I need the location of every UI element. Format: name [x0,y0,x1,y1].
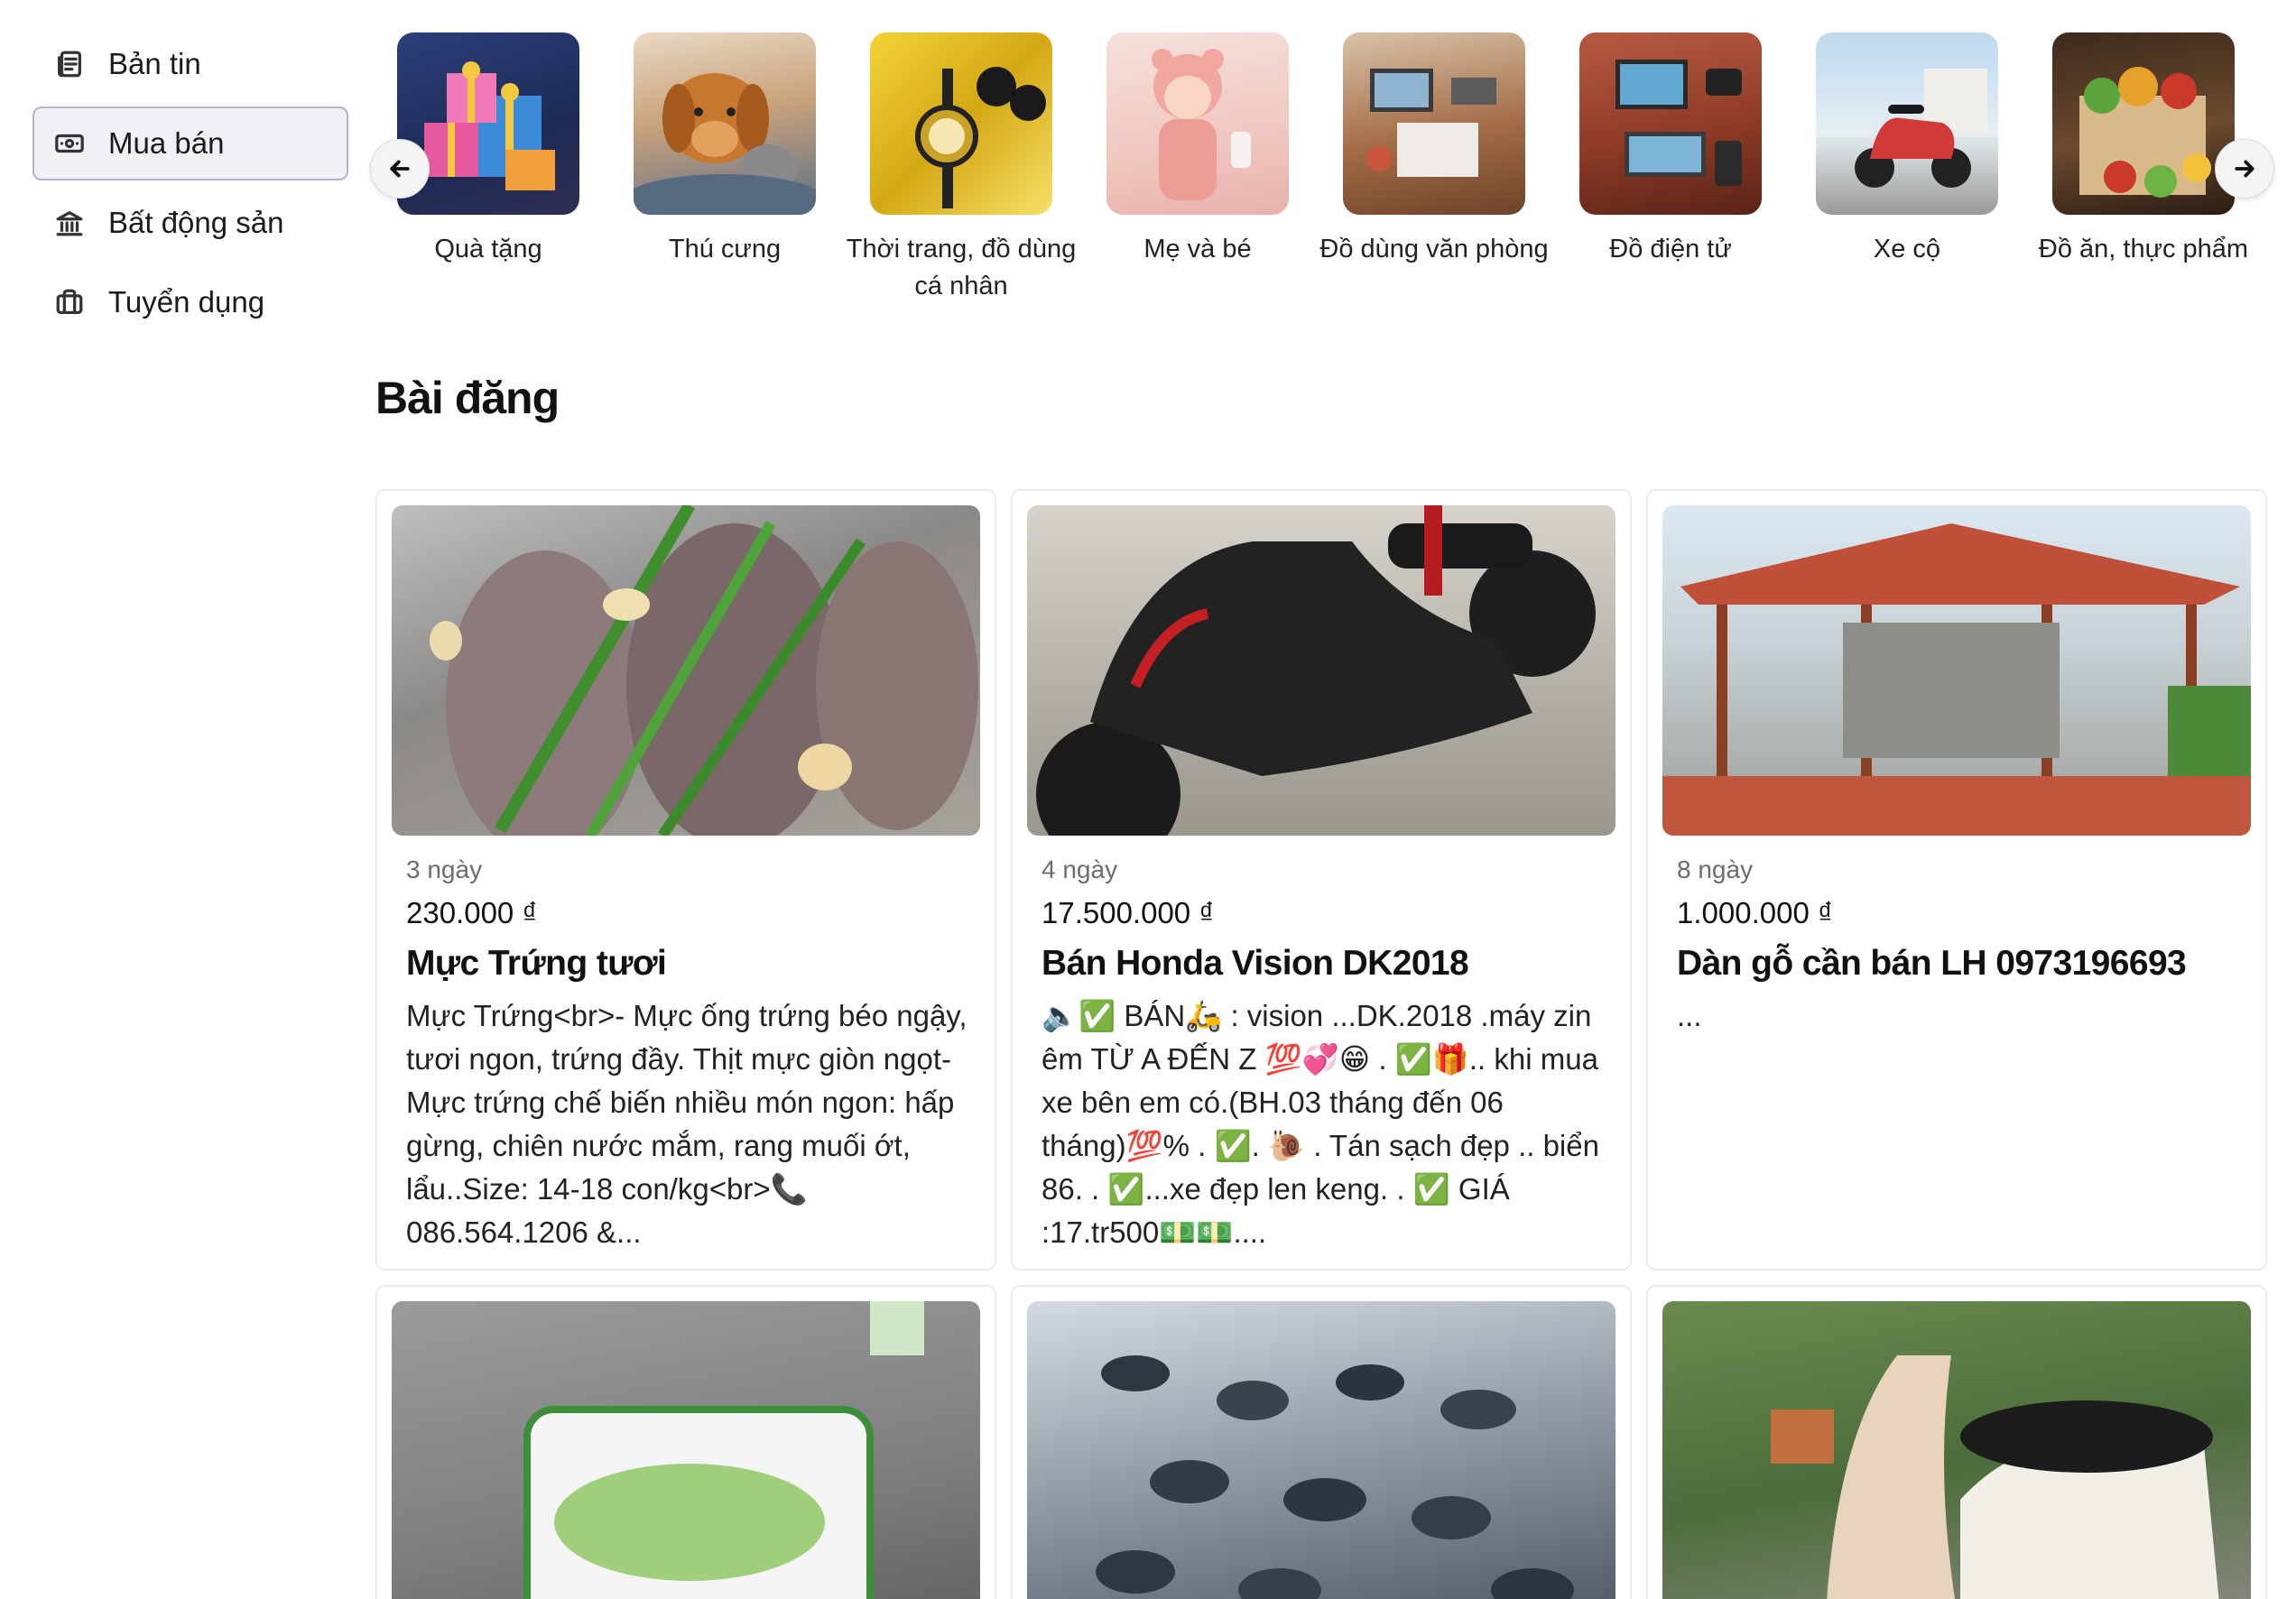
post-image [1027,1301,1616,1599]
category-do-dung-van-phong[interactable]: Đồ dùng văn phòng [1316,32,1552,268]
post-description: Mực Trứng<br>- Mực ống trứng béo ngậy, t… [406,999,967,1249]
post-card[interactable] [1646,1285,2267,1599]
post-title[interactable]: Dàn gỗ cần bán LH 0973196693 [1677,938,2244,989]
post-image [1662,1301,2251,1599]
category-thoi-trang[interactable]: Thời trang, đồ dùng cá nhân [843,32,1079,305]
posts-section-title: Bài đăng [375,373,560,423]
category-image [1816,32,1998,215]
arrow-left-icon [390,160,410,178]
category-do-dien-tu[interactable]: Đồ điện tử [1552,32,1789,268]
post-image [1027,505,1616,836]
post-price: 17.500.000 ₫ [1042,896,1215,929]
category-image [1579,32,1762,215]
sidebar-item-label: Mua bán [108,126,225,160]
post-card[interactable]: 8 ngày 1.000.000 ₫ Dàn gỗ cần bán LH 097… [1646,489,2267,1271]
category-label: Xe cộ [1873,235,1941,263]
sidebar-item-ban-tin[interactable]: Bản tin [32,27,348,101]
category-label: Đồ điện tử [1609,235,1732,263]
post-title[interactable]: Bán Honda Vision DK2018 [1042,938,1608,989]
newspaper-icon [54,49,85,79]
carousel-next-button[interactable] [2215,139,2274,199]
sidebar-item-mua-ban[interactable]: Mua bán [32,106,348,180]
sidebar-item-label: Bất động sản [108,206,284,239]
post-body: 8 ngày 1.000.000 ₫ Dàn gỗ cần bán LH 097… [1677,852,2244,1038]
category-label: Thú cưng [668,235,782,263]
arrow-right-icon [2235,160,2254,178]
post-card[interactable]: 3 ngày 230.000 ₫ Mực Trứng tươi Mực Trứn… [375,489,996,1271]
category-image [1106,32,1289,215]
category-carousel: Quà tặng Thú cưng Thời trang, đồ dùng cá… [370,32,2274,321]
banknote-icon [54,128,85,159]
category-label: Đồ dùng văn phòng [1319,235,1549,263]
category-thu-cung[interactable]: Thú cưng [606,32,843,268]
bank-icon [54,208,85,238]
post-age: 3 ngày [406,855,483,883]
post-description: 🔈✅ BÁN🛵 : vision ...DK.2018 .máy zin êm … [1042,999,1599,1249]
category-xe-co[interactable]: Xe cộ [1789,32,2025,268]
category-image [1343,32,1525,215]
sidebar-item-label: Tuyển dụng [108,285,265,319]
post-age: 4 ngày [1042,855,1118,883]
category-image [634,32,816,215]
category-image [2052,32,2235,215]
carousel-prev-button[interactable] [370,139,430,199]
post-body: 4 ngày 17.500.000 ₫ Bán Honda Vision DK2… [1042,852,1608,1254]
post-body: 3 ngày 230.000 ₫ Mực Trứng tươi Mực Trứn… [406,852,973,1254]
post-card[interactable] [1011,1285,1632,1599]
post-price: 1.000.000 ₫ [1677,896,1833,929]
post-price: 230.000 ₫ [406,896,538,929]
category-label: Mẹ và bé [1143,235,1252,263]
post-title[interactable]: Mực Trứng tươi [406,938,973,989]
post-age: 8 ngày [1677,855,1754,883]
sidebar-item-tuyen-dung[interactable]: Tuyển dụng [32,265,348,339]
category-label: Đồ ăn, thực phẩm [2038,235,2249,263]
sidebar-item-label: Bản tin [108,47,201,80]
post-description: ... [1677,999,1702,1032]
category-image [397,32,579,215]
post-image [392,505,980,836]
category-image [870,32,1052,215]
sidebar: Bản tin Mua bán Bất động sản Tuyển dụng [32,27,348,345]
category-label: Thời trang, đồ dùng cá nhân [846,235,1077,300]
category-me-va-be[interactable]: Mẹ và bé [1079,32,1316,268]
post-image [392,1301,980,1599]
briefcase-icon [54,287,85,318]
post-image [1662,505,2251,836]
post-card[interactable] [375,1285,996,1599]
post-card[interactable]: 4 ngày 17.500.000 ₫ Bán Honda Vision DK2… [1011,489,1632,1271]
sidebar-item-bat-dong-san[interactable]: Bất động sản [32,186,348,260]
category-label: Quà tặng [434,235,542,263]
